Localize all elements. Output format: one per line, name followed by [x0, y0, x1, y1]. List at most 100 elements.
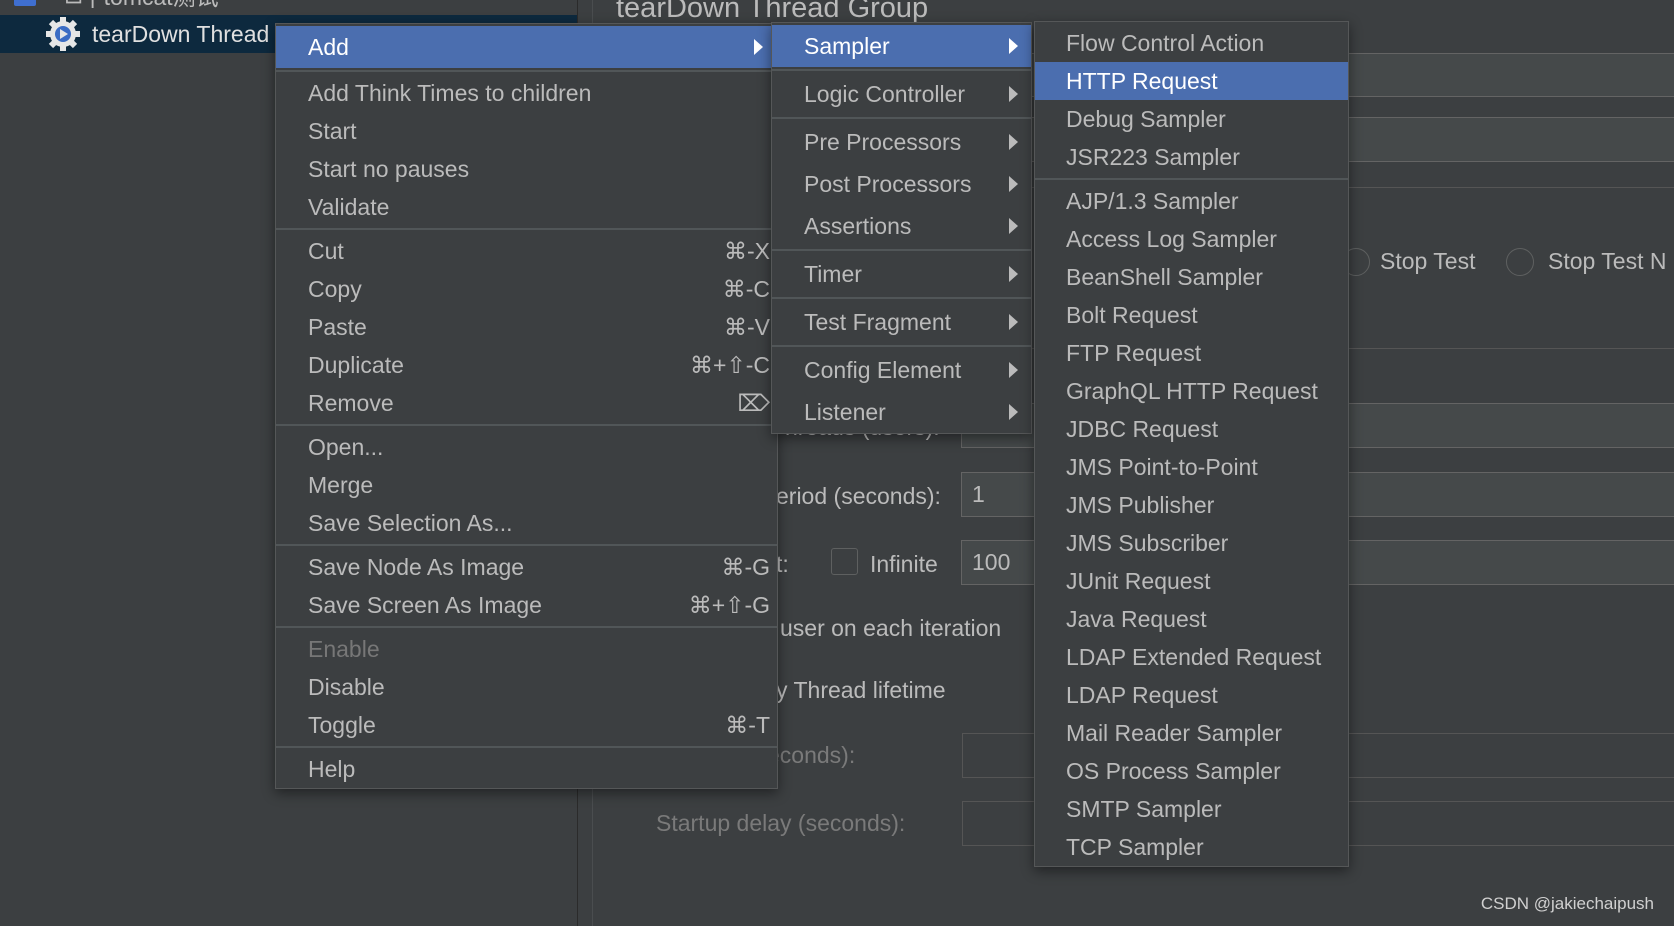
menu-item-tcp-sampler[interactable]: TCP Sampler — [1035, 828, 1348, 866]
expand-icon[interactable]: ⊟ | — [64, 0, 96, 9]
menu-item-label: Start no pauses — [308, 155, 470, 182]
menu-item-jms-point-to-point[interactable]: JMS Point-to-Point — [1035, 448, 1348, 486]
menu-item-cut[interactable]: Cut ⌘-X — [276, 232, 777, 270]
menu-item-add-think-times-to-children[interactable]: Add Think Times to children — [276, 74, 777, 112]
menu-item-open[interactable]: Open... — [276, 428, 777, 466]
tree-item-label: tearDown Thread — [92, 20, 270, 47]
submenu-arrow-icon — [1009, 218, 1018, 234]
menu-item-http-request[interactable]: HTTP Request — [1035, 62, 1348, 100]
menu-item-add[interactable]: Add — [276, 26, 777, 68]
submenu-arrow-icon — [1009, 134, 1018, 150]
shortcut-label: ⌘-G — [721, 553, 770, 580]
loop-count-value: 100 — [972, 549, 1011, 575]
menu-item-label: Access Log Sampler — [1066, 225, 1277, 252]
menu-item-label: JDBC Request — [1066, 415, 1219, 442]
menu-item-label: Paste — [308, 313, 367, 340]
menu-item-remove[interactable]: Remove ⌦ — [276, 384, 777, 422]
menu-item-label: Bolt Request — [1066, 301, 1198, 328]
menu-item-label: AJP/1.3 Sampler — [1066, 187, 1239, 214]
menu-item-label: Assertions — [804, 212, 912, 239]
menu-item-label: Help — [308, 755, 356, 782]
menu-item-label: Add — [308, 33, 349, 60]
menu-item-label: JMS Publisher — [1066, 491, 1215, 518]
shortcut-label: ⌘-V — [724, 313, 770, 340]
menu-item-bolt-request[interactable]: Bolt Request — [1035, 296, 1348, 334]
menu-item-label: GraphQL HTTP Request — [1066, 377, 1318, 404]
menu-item-listener[interactable]: Listener — [772, 391, 1031, 433]
menu-item-access-log-sampler[interactable]: Access Log Sampler — [1035, 220, 1348, 258]
menu-item-duplicate[interactable]: Duplicate ⌘+⇧-C — [276, 346, 777, 384]
menu-item-ajp-1-3-sampler[interactable]: AJP/1.3 Sampler — [1035, 182, 1348, 220]
menu-item-toggle[interactable]: Toggle ⌘-T — [276, 706, 777, 744]
menu-item-label: Save Node As Image — [308, 553, 525, 580]
sampler-submenu: Flow Control Action HTTP Request Debug Sam… — [1034, 21, 1349, 867]
shortcut-label: ⌘+⇧-C — [690, 351, 770, 378]
menu-item-test-fragment[interactable]: Test Fragment — [772, 301, 1031, 343]
menu-item-label: Flow Control Action — [1066, 29, 1265, 56]
menu-item-start[interactable]: Start — [276, 112, 777, 150]
menu-item-config-element[interactable]: Config Element — [772, 349, 1031, 391]
menu-item-jdbc-request[interactable]: JDBC Request — [1035, 410, 1348, 448]
delay-thread-label: y Thread lifetime — [776, 677, 946, 703]
duration-label: econds): — [767, 742, 856, 768]
menu-item-help[interactable]: Help — [276, 750, 777, 788]
menu-item-label: Pre Processors — [804, 128, 962, 155]
menu-item-save-node-as-image[interactable]: Save Node As Image ⌘-G — [276, 548, 777, 586]
menu-item-label: Duplicate — [308, 351, 404, 378]
menu-item-jms-publisher[interactable]: JMS Publisher — [1035, 486, 1348, 524]
menu-item-save-selection-as[interactable]: Save Selection As... — [276, 504, 777, 542]
ramp-up-value: 1 — [972, 481, 985, 507]
menu-item-os-process-sampler[interactable]: OS Process Sampler — [1035, 752, 1348, 790]
menu-item-timer[interactable]: Timer — [772, 253, 1031, 295]
menu-item-logic-controller[interactable]: Logic Controller — [772, 73, 1031, 115]
menu-item-ldap-request[interactable]: LDAP Request — [1035, 676, 1348, 714]
menu-item-smtp-sampler[interactable]: SMTP Sampler — [1035, 790, 1348, 828]
startup-delay-label: Startup delay (seconds): — [656, 810, 906, 836]
menu-item-debug-sampler[interactable]: Debug Sampler — [1035, 100, 1348, 138]
infinite-checkbox[interactable] — [831, 548, 858, 575]
menu-item-label: TCP Sampler — [1066, 833, 1204, 860]
watermark: CSDN @jakiechaipush — [1480, 894, 1654, 913]
menu-item-post-processors[interactable]: Post Processors — [772, 163, 1031, 205]
shortcut-label: ⌘-C — [722, 275, 770, 302]
menu-item-beanshell-sampler[interactable]: BeanShell Sampler — [1035, 258, 1348, 296]
shortcut-label: ⌘-T — [725, 711, 770, 738]
tree-item-parent[interactable]: ⊟ | tomcat测试 — [0, 0, 577, 14]
stop-test-now-radio[interactable] — [1506, 248, 1534, 276]
menu-item-paste[interactable]: Paste ⌘-V — [276, 308, 777, 346]
menu-item-label: Logic Controller — [804, 80, 966, 107]
menu-item-graphql-http-request[interactable]: GraphQL HTTP Request — [1035, 372, 1348, 410]
menu-item-validate[interactable]: Validate — [276, 188, 777, 226]
menu-item-ldap-extended-request[interactable]: LDAP Extended Request — [1035, 638, 1348, 676]
menu-item-jsr223-sampler[interactable]: JSR223 Sampler — [1035, 138, 1348, 176]
menu-item-label: Copy — [308, 275, 362, 302]
menu-item-java-request[interactable]: Java Request — [1035, 600, 1348, 638]
menu-item-label: Disable — [308, 673, 385, 700]
shortcut-label: ⌦ — [737, 389, 770, 416]
menu-item-assertions[interactable]: Assertions — [772, 205, 1031, 247]
menu-item-pre-processors[interactable]: Pre Processors — [772, 121, 1031, 163]
menu-item-jms-subscriber[interactable]: JMS Subscriber — [1035, 524, 1348, 562]
menu-item-flow-control-action[interactable]: Flow Control Action — [1035, 24, 1348, 62]
menu-item-label: Start — [308, 117, 357, 144]
same-user-label: user on each iteration — [780, 615, 1002, 641]
menu-item-label: HTTP Request — [1066, 67, 1218, 94]
gear-icon — [46, 17, 80, 51]
menu-item-label: BeanShell Sampler — [1066, 263, 1263, 290]
menu-item-sampler[interactable]: Sampler — [772, 25, 1031, 67]
menu-item-junit-request[interactable]: JUnit Request — [1035, 562, 1348, 600]
menu-item-copy[interactable]: Copy ⌘-C — [276, 270, 777, 308]
menu-item-merge[interactable]: Merge — [276, 466, 777, 504]
menu-item-label: Merge — [308, 471, 374, 498]
menu-item-mail-reader-sampler[interactable]: Mail Reader Sampler — [1035, 714, 1348, 752]
menu-item-label: Sampler — [804, 32, 890, 59]
menu-item-label: Remove — [308, 389, 394, 416]
menu-item-save-screen-as-image[interactable]: Save Screen As Image ⌘+⇧-G — [276, 586, 777, 624]
menu-item-disable[interactable]: Disable — [276, 668, 777, 706]
menu-item-label: JSR223 Sampler — [1066, 143, 1240, 170]
submenu-arrow-icon — [1009, 362, 1018, 378]
menu-item-start-no-pauses[interactable]: Start no pauses — [276, 150, 777, 188]
menu-item-ftp-request[interactable]: FTP Request — [1035, 334, 1348, 372]
submenu-arrow-icon — [1009, 176, 1018, 192]
submenu-arrow-icon — [1009, 266, 1018, 282]
